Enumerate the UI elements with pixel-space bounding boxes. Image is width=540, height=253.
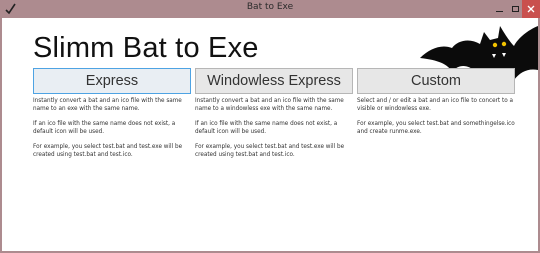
- express-button[interactable]: Express: [33, 68, 191, 94]
- express-description: Instantly convert a bat and an ico file …: [33, 97, 193, 167]
- minimize-button[interactable]: [491, 0, 507, 18]
- description-text: Instantly convert a bat and an ico file …: [33, 98, 182, 113]
- description-text: Instantly convert a bat and an ico file …: [195, 98, 344, 113]
- close-button[interactable]: [522, 0, 540, 18]
- windowless-express-description: Instantly convert a bat and an ico file …: [195, 97, 355, 167]
- windowless-express-button[interactable]: Windowless Express: [195, 68, 353, 94]
- minimize-icon: [495, 11, 503, 12]
- custom-description: Select and / or edit a bat and an ico fi…: [357, 97, 517, 143]
- description-text: Select and / or edit a bat and an ico fi…: [357, 98, 513, 113]
- description-text: If an ico file with the same name does n…: [33, 121, 176, 136]
- description-text: For example, you select test.bat and som…: [357, 121, 515, 136]
- app-window: Bat to Exe Slimm Bat to Exe Express Wind…: [0, 0, 540, 253]
- description-text: If an ico file with the same name does n…: [195, 121, 338, 136]
- close-icon: [527, 5, 535, 13]
- description-text: For example, you select test.bat and tes…: [195, 144, 345, 159]
- page-title: Slimm Bat to Exe: [33, 32, 259, 64]
- custom-button[interactable]: Custom: [357, 68, 515, 94]
- maximize-icon: [511, 6, 519, 12]
- main-panel: Slimm Bat to Exe Express Windowless Expr…: [2, 18, 538, 251]
- maximize-button[interactable]: [507, 0, 523, 18]
- window-title: Bat to Exe: [246, 2, 294, 12]
- description-text: For example, you select test.bat and tes…: [33, 144, 183, 159]
- title-bar[interactable]: Bat to Exe: [0, 0, 540, 18]
